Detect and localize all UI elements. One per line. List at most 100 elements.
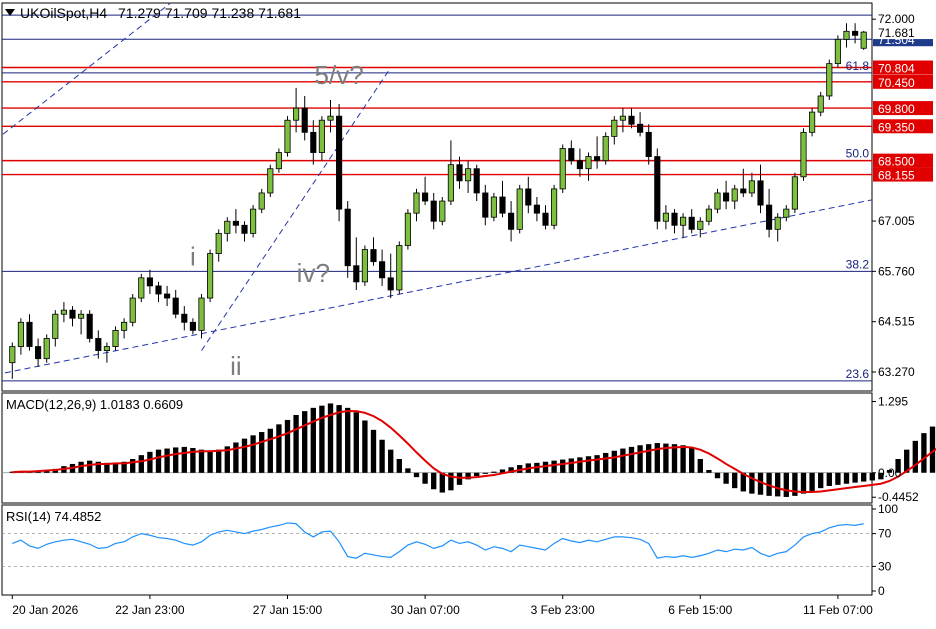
candle-body: [834, 38, 841, 65]
candle-body: [250, 208, 257, 234]
macd-histogram-bar: [284, 419, 291, 473]
chart-window[interactable]: 61.8 50.0 38.2 23.6 i ii iv? 5/v? 72.000 67.005 65…: [0, 0, 936, 624]
macd-histogram-bar: [319, 405, 325, 473]
candle-body: [748, 180, 755, 194]
candle-body: [112, 329, 119, 347]
candle-body: [697, 220, 704, 230]
macd-histogram-bar: [250, 435, 256, 473]
macd-histogram-bar: [775, 472, 781, 497]
candle-body: [232, 220, 239, 226]
macd-histogram-bar: [594, 455, 600, 473]
header-close: 71.681: [258, 5, 301, 21]
time-axis-label-3: 30 Jan 07:00: [390, 603, 460, 617]
macd-histogram-bar: [87, 460, 93, 473]
candle-body: [361, 249, 368, 283]
candle-body: [439, 200, 446, 222]
macd-histogram-bar: [852, 472, 858, 483]
candle-body: [654, 156, 661, 222]
price-panel-frame: [1, 2, 873, 392]
macd-histogram-bar: [783, 472, 789, 497]
rsi-axis-label-0: 100: [878, 502, 898, 516]
macd-histogram-bar: [216, 449, 222, 473]
macd-histogram-bar: [689, 448, 695, 473]
candle-body: [60, 309, 67, 315]
candle-body: [17, 321, 24, 347]
candle-body: [344, 208, 351, 267]
candle-body: [585, 156, 592, 170]
candle-body: [336, 115, 343, 210]
price-tag-label-68.500: 68.500: [878, 155, 915, 169]
candle-body: [499, 196, 506, 214]
candle-body: [9, 346, 16, 364]
candle-body: [301, 107, 308, 133]
candle-body: [594, 156, 601, 162]
macd-histogram-bar: [628, 446, 635, 473]
macd-histogram-bar: [637, 445, 643, 473]
candle-body: [35, 346, 42, 360]
candle-body: [370, 249, 377, 263]
macd-histogram-bar: [749, 472, 755, 494]
macd-histogram-bar: [345, 407, 351, 473]
candle-body: [430, 200, 437, 222]
candle-body: [731, 188, 738, 202]
macd-histogram-bar: [585, 456, 592, 473]
header-arrow-icon[interactable]: [5, 9, 15, 16]
price-axis-label-4: 63.270: [878, 365, 915, 379]
fib-level-label-2: 50.0: [846, 147, 870, 161]
candle-body: [189, 321, 196, 331]
macd-histogram-bar: [732, 472, 738, 489]
macd-histogram-bar: [276, 424, 282, 473]
fib-level-label-1: 61.8: [846, 59, 870, 73]
candle-body: [551, 188, 558, 226]
macd-histogram-bar: [302, 411, 308, 473]
candle-body: [86, 313, 93, 339]
candle-body: [155, 285, 162, 295]
candle-body: [275, 152, 282, 170]
candle-body: [611, 119, 618, 137]
time-axis-label-0: 20 Jan 2026: [12, 603, 78, 617]
candle-body: [241, 224, 248, 234]
chart-svg[interactable]: 61.850.038.223.6iiiiv?5/v?72.00067.00565…: [0, 0, 936, 624]
macd-histogram-bar: [439, 472, 445, 493]
candle-body: [198, 297, 205, 331]
candle-body: [26, 321, 33, 347]
candle-body: [172, 297, 179, 315]
macd-histogram-bar: [809, 472, 815, 491]
macd-histogram-bar: [482, 472, 488, 474]
candle-body: [680, 216, 687, 226]
price-tag-label-69.800: 69.800: [878, 102, 915, 116]
trend-line-2[interactable]: [0, 0, 201, 140]
candle-body: [267, 168, 274, 194]
rsi-axis-label-3: 0: [878, 584, 885, 598]
wave-label-1: ii: [230, 351, 242, 381]
macd-histogram-bar: [207, 450, 213, 473]
wave-label-2: iv?: [297, 258, 330, 288]
macd-histogram-bar: [800, 472, 807, 494]
candle-body: [576, 160, 583, 170]
candle-body: [318, 119, 325, 153]
candle-body: [456, 164, 463, 182]
candle-body: [215, 232, 222, 254]
candle-body: [52, 313, 59, 339]
macd-histogram-bar: [723, 472, 729, 484]
candle-body: [791, 176, 798, 210]
candle-body: [628, 115, 635, 125]
macd-histogram-bar: [912, 440, 918, 473]
candle-body: [482, 192, 489, 218]
macd-histogram-bar: [603, 452, 609, 473]
header-symbol-timeframe: UKOilSpot,H4: [20, 5, 108, 21]
candle-body: [766, 204, 773, 230]
price-plot-area[interactable]: [0, 0, 936, 382]
candle-body: [817, 95, 824, 113]
time-axis-label-1: 22 Jan 23:00: [115, 603, 185, 617]
price-tag-label-70.804: 70.804: [878, 62, 915, 76]
macd-histogram-bar: [173, 447, 179, 473]
candle-body: [310, 131, 317, 153]
macd-histogram-bar: [147, 451, 153, 473]
candle-body: [387, 277, 394, 291]
macd-histogram-bar: [181, 446, 187, 473]
macd-histogram-bar: [835, 472, 841, 485]
price-tag-label-69.350: 69.350: [878, 120, 915, 134]
macd-histogram-bar: [164, 448, 170, 473]
candle-body: [69, 309, 76, 319]
